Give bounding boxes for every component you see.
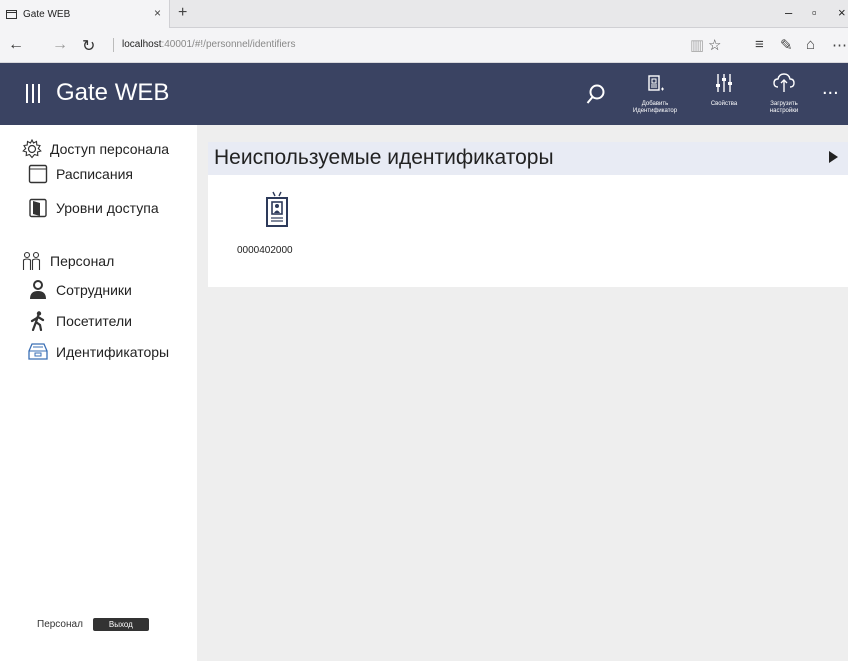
sidebar-label-identifiers: Идентификаторы — [56, 344, 170, 360]
walking-person-icon — [28, 311, 48, 331]
tab-title: Gate WEB — [23, 8, 71, 20]
people-icon — [22, 251, 42, 271]
upload-settings-button[interactable]: Загрузить настройки — [760, 73, 808, 115]
app-header: Gate WEB Добавить Идентификатор Свойства — [0, 63, 848, 125]
main-content: Неиспользуемые идентификаторы 0000402000 — [197, 125, 848, 661]
expand-arrow-icon[interactable] — [829, 151, 838, 163]
share-icon[interactable]: ⌂ — [806, 36, 815, 53]
new-tab-button[interactable]: + — [178, 4, 187, 22]
gear-icon — [22, 139, 42, 159]
reading-view-icon[interactable]: ▥ — [690, 36, 704, 54]
browser-tab[interactable]: Gate WEB × — [0, 0, 170, 28]
refresh-icon[interactable]: ↻ — [82, 36, 95, 56]
hub-icon[interactable]: ≡ — [755, 36, 764, 53]
logout-button[interactable]: Выход — [92, 618, 149, 631]
identifier-code: 0000402000 — [237, 245, 293, 256]
sidebar-label-personnel: Персонал — [50, 253, 115, 269]
minimize-icon[interactable]: – — [785, 5, 792, 20]
more-icon[interactable]: ⋯ — [832, 36, 847, 54]
id-badge-icon — [265, 191, 288, 227]
back-arrow-icon[interactable]: ← — [8, 36, 24, 54]
sidebar-item-identifiers[interactable]: Идентификаторы — [28, 342, 169, 362]
sidebar-label-access-levels: Уровни доступа — [56, 200, 159, 216]
hamburger-menu-icon[interactable] — [26, 84, 40, 103]
id-tray-icon — [28, 342, 48, 362]
close-window-icon[interactable]: × — [838, 5, 846, 20]
browser-tab-bar: Gate WEB × + – ▫ × — [0, 0, 848, 28]
upload-settings-label-1: Загрузить — [770, 101, 798, 107]
calendar-icon — [28, 164, 48, 184]
page-title: Неиспользуемые идентификаторы — [214, 146, 554, 169]
sidebar-footer: Персонал Выход — [37, 618, 149, 631]
forward-arrow-icon[interactable]: → — [52, 36, 68, 54]
identifier-card[interactable]: 0000402000 — [237, 191, 298, 256]
sidebar-item-visitors[interactable]: Посетители — [28, 311, 132, 331]
door-icon — [28, 198, 48, 218]
employee-icon — [28, 280, 48, 300]
app-title: Gate WEB — [56, 79, 170, 106]
tab-close-icon[interactable]: × — [154, 6, 161, 20]
upload-settings-label-2: настройки — [769, 108, 799, 114]
sidebar-item-employees[interactable]: Сотрудники — [28, 280, 132, 300]
more-options-button[interactable]: ... — [822, 77, 839, 100]
add-identifier-label-2: Идентификатор — [632, 108, 678, 114]
url-field[interactable]: localhost:40001/#!/personnel/identifiers — [113, 38, 295, 52]
sidebar-item-schedules[interactable]: Расписания — [28, 164, 133, 184]
cloud-upload-icon — [773, 73, 795, 92]
sidebar-label-employees: Сотрудники — [56, 282, 132, 298]
sidebar: Доступ персонала Расписания Уровни досту… — [0, 125, 197, 661]
add-identifier-icon — [648, 75, 664, 91]
sidebar-item-access-levels[interactable]: Уровни доступа — [28, 198, 159, 218]
web-note-icon[interactable]: ✎ — [780, 36, 793, 54]
restore-icon[interactable]: ▫ — [812, 5, 817, 20]
search-icon[interactable] — [586, 83, 606, 105]
sidebar-label-visitors: Посетители — [56, 313, 132, 329]
properties-label: Свойства — [710, 101, 738, 107]
panel-header: Неиспользуемые идентификаторы — [208, 142, 848, 175]
sidebar-label-schedules: Расписания — [56, 166, 133, 182]
url-path: :40001/#!/personnel/identifiers — [161, 39, 296, 50]
identifiers-panel: 0000402000 — [208, 175, 848, 287]
add-identifier-label-1: Добавить — [641, 101, 669, 107]
favorite-star-icon[interactable]: ☆ — [708, 36, 721, 54]
tab-page-icon — [6, 9, 17, 19]
add-identifier-button[interactable]: Добавить Идентификатор — [627, 73, 683, 115]
properties-sliders-icon — [716, 74, 732, 92]
sidebar-item-personnel[interactable]: Персонал — [22, 251, 114, 271]
address-bar: ← → ↻ localhost:40001/#!/personnel/ident… — [0, 28, 848, 63]
url-host: localhost — [122, 39, 162, 50]
properties-button[interactable]: Свойства — [704, 73, 744, 108]
footer-user-label: Персонал — [37, 619, 83, 630]
sidebar-item-staff-access[interactable]: Доступ персонала — [22, 139, 169, 159]
sidebar-label-staff-access: Доступ персонала — [50, 141, 170, 157]
